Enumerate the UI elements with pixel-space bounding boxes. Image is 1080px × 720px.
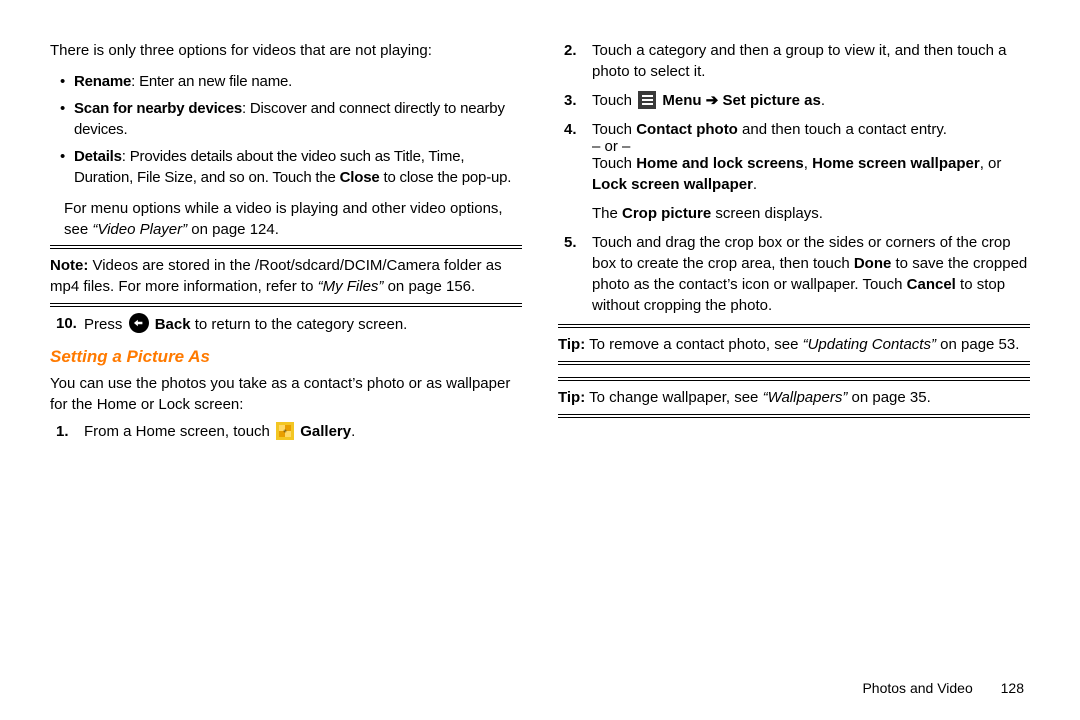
tip-contact-photo: Tip: To remove a contact photo, see “Upd… — [558, 334, 1030, 355]
step-5: 5. Touch and drag the crop box or the si… — [558, 232, 1030, 316]
bullet-rename: Rename: Enter an new file name. — [64, 71, 522, 92]
step-4-alt: Touch Home and lock screens, Home screen… — [592, 153, 1030, 195]
after-bullets-text: For menu options while a video is playin… — [50, 198, 522, 240]
bullet-scan: Scan for nearby devices: Discover and co… — [64, 98, 522, 140]
section-title-setting-picture-as: Setting a Picture As — [50, 345, 522, 369]
menu-icon — [638, 91, 656, 109]
gallery-icon — [276, 422, 294, 440]
crop-picture-line: The Crop picture screen displays. — [592, 203, 1030, 224]
step-1: 1. From a Home screen, touch Gallery. — [50, 421, 522, 442]
note-block: Note: Videos are stored in the /Root/sdc… — [50, 255, 522, 297]
step-2: 2. Touch a category and then a group to … — [558, 40, 1030, 82]
page-footer: Photos and Video 128 — [0, 680, 1080, 696]
tip-wallpaper: Tip: To change wallpaper, see “Wallpaper… — [558, 387, 1030, 408]
step-10: 10. Press Back to return to the category… — [50, 313, 522, 335]
footer-page-number: 128 — [1001, 680, 1024, 696]
right-column: 2. Touch a category and then a group to … — [558, 40, 1030, 640]
intro-text: There is only three options for videos t… — [50, 40, 522, 61]
step-4: 4. Touch Contact photo and then touch a … — [558, 119, 1030, 224]
section-intro: You can use the photos you take as a con… — [50, 373, 522, 415]
left-column: There is only three options for videos t… — [50, 40, 522, 640]
step-3: 3. Touch Menu ➔ Set picture as. — [558, 90, 1030, 111]
footer-section: Photos and Video — [862, 680, 972, 696]
option-bullet-list: Rename: Enter an new file name. Scan for… — [50, 71, 522, 188]
bullet-details: Details: Provides details about the vide… — [64, 146, 522, 188]
back-icon — [129, 313, 149, 333]
